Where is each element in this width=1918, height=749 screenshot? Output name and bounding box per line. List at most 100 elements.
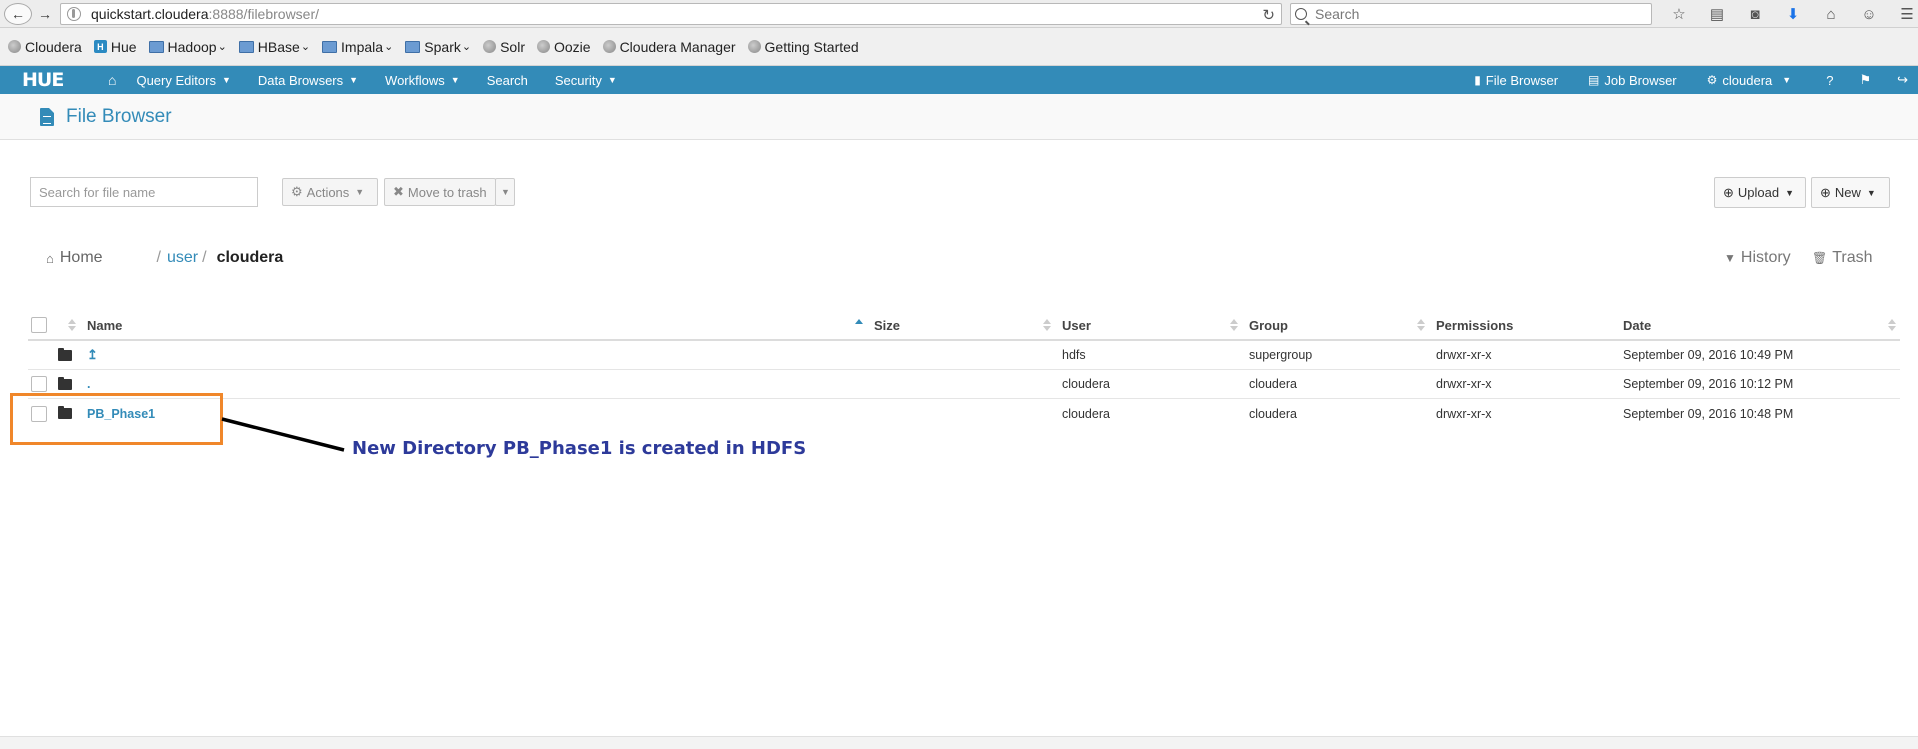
file-search-input[interactable] — [30, 177, 258, 207]
reload-icon[interactable]: ↻ — [1262, 6, 1275, 24]
header-group[interactable]: Group — [1249, 311, 1288, 339]
row-group: supergroup — [1249, 348, 1313, 362]
table-row[interactable]: ↥ hdfs supergroup drwxr-xr-x September 0… — [28, 341, 1900, 370]
list-icon: ▤ — [1588, 73, 1600, 87]
row-permissions: drwxr-xr-x — [1436, 406, 1492, 421]
back-button[interactable]: ← — [4, 3, 32, 25]
hue-navbar: HUE ⌂ Query Editors ▼ Data Browsers ▼ Work… — [0, 66, 1918, 94]
sign-out-icon[interactable]: ↪ — [1897, 72, 1908, 88]
bookmark-hue[interactable]: H Hue — [93, 39, 137, 55]
chevron-down-icon: ▼ — [349, 75, 359, 85]
chevron-down-icon: ▼ — [607, 75, 617, 85]
cogs-icon: ⚙ — [1706, 73, 1718, 87]
sort-icon[interactable] — [1043, 317, 1051, 333]
bookmarks-bar: Cloudera H Hue Hadoop ⌄ HBase ⌄ Impala ⌄ Spa… — [0, 28, 1918, 66]
row-permissions: drwxr-xr-x — [1436, 348, 1492, 362]
breadcrumb-home[interactable]: ⌂ Home — [46, 249, 103, 267]
move-to-trash-button[interactable]: ✖ Move to trash — [384, 178, 496, 206]
table-row[interactable]: . cloudera cloudera drwxr-xr-x September… — [28, 370, 1900, 399]
menu-security[interactable]: Security ▼ — [555, 73, 617, 88]
chevron-down-icon: ⌄ — [384, 41, 394, 53]
header-name[interactable]: Name — [87, 311, 122, 339]
hue-logo[interactable]: HUE — [22, 69, 82, 91]
breadcrumb-user[interactable]: user — [167, 249, 198, 267]
sort-asc-icon[interactable] — [855, 317, 863, 333]
address-bar[interactable]: quickstart.cloudera:8888/filebrowser/ ↻ — [60, 3, 1282, 25]
parent-directory-link[interactable]: ↥ — [87, 341, 98, 369]
nav-file-browser[interactable]: ▮ File Browser — [1474, 73, 1558, 88]
chat-icon[interactable]: ☺ — [1850, 3, 1888, 25]
hue-icon: H — [93, 40, 107, 53]
forward-button[interactable]: → — [34, 3, 56, 25]
sort-icon[interactable] — [1230, 317, 1238, 333]
bookmark-hadoop[interactable]: Hadoop ⌄ — [148, 39, 227, 55]
pocket-icon[interactable]: ◙ — [1736, 3, 1774, 25]
move-to-trash-dropdown[interactable]: ▼ — [495, 178, 515, 206]
menu-data-browsers[interactable]: Data Browsers ▼ — [258, 73, 358, 88]
bookmark-cloudera[interactable]: Cloudera — [8, 39, 82, 55]
reading-list-icon[interactable]: ▤ — [1698, 3, 1736, 25]
bookmark-getting-started[interactable]: Getting Started — [747, 39, 859, 55]
menu-icon[interactable]: ☰ — [1888, 3, 1918, 25]
nav-job-browser[interactable]: ▤ Job Browser — [1588, 73, 1677, 88]
home-icon[interactable]: ⌂ — [1812, 3, 1850, 25]
actions-button[interactable]: ⚙ Actions ▼ — [282, 178, 378, 206]
history-button[interactable]: ▼ History — [1724, 246, 1791, 270]
bookmark-hbase[interactable]: HBase ⌄ — [238, 39, 311, 55]
annotation-arrow — [221, 417, 345, 452]
browser-toolbar-icons: ☆ ▤ ◙ ⬇ ⌂ ☺ ☰ — [1660, 3, 1918, 25]
trash-button[interactable]: 🗑 Trash — [1812, 246, 1873, 270]
checkbox-box — [31, 317, 47, 333]
home-icon: ⌂ — [46, 250, 54, 266]
chevron-down-icon: ⌄ — [300, 41, 311, 53]
header-size[interactable]: Size — [874, 311, 900, 339]
menu-workflows[interactable]: Workflows ▼ — [385, 73, 460, 88]
upload-button[interactable]: ⊕ Upload ▼ — [1714, 177, 1806, 208]
bookmark-solr[interactable]: Solr — [483, 39, 525, 55]
sort-icon[interactable] — [68, 317, 76, 333]
flag-icon[interactable]: ⚑ — [1859, 72, 1871, 88]
browser-search-box[interactable]: Search — [1290, 3, 1652, 25]
globe-icon — [483, 40, 497, 53]
chevron-down-icon: ▼ — [1782, 75, 1792, 85]
plus-icon: ⊕ — [1820, 184, 1831, 200]
search-icon — [1295, 8, 1307, 20]
breadcrumb-current[interactable]: cloudera — [217, 249, 284, 267]
menu-search[interactable]: Search — [487, 73, 528, 88]
header-date[interactable]: Date — [1623, 311, 1651, 339]
chevron-down-icon: ⌄ — [461, 41, 472, 53]
page-header: File Browser — [0, 94, 1918, 140]
row-date: September 09, 2016 10:12 PM — [1623, 377, 1794, 391]
menu-query-editors[interactable]: Query Editors ▼ — [136, 73, 230, 88]
sort-icon[interactable] — [1417, 317, 1425, 333]
annotation-highlight-box — [10, 393, 223, 445]
browser-search-placeholder: Search — [1315, 6, 1360, 22]
file-icon: ▮ — [1474, 73, 1481, 87]
folder-icon — [58, 341, 72, 369]
site-info-icon[interactable] — [67, 7, 81, 21]
breadcrumb-separator: / — [202, 249, 207, 266]
star-icon[interactable]: ☆ — [1660, 3, 1698, 25]
header-permissions[interactable]: Permissions — [1436, 311, 1513, 339]
hue-navbar-right: ▮ File Browser ▤ Job Browser ⚙ cloudera ▼ ? … — [1474, 66, 1918, 94]
sort-icon[interactable] — [1888, 317, 1896, 333]
select-all-checkbox[interactable] — [31, 311, 47, 339]
folder-icon — [148, 40, 164, 53]
chevron-down-icon: ▼ — [450, 75, 460, 85]
browser-toolbar: ← → quickstart.cloudera:8888/filebrowser… — [0, 0, 1918, 28]
home-icon[interactable]: ⌂ — [108, 72, 116, 88]
bookmark-impala[interactable]: Impala ⌄ — [322, 39, 393, 55]
nav-user-menu[interactable]: ⚙ cloudera ▼ — [1707, 73, 1797, 88]
new-button[interactable]: ⊕ New ▼ — [1811, 177, 1890, 208]
header-user[interactable]: User — [1062, 311, 1091, 339]
folder-icon — [322, 40, 338, 53]
bookmark-spark[interactable]: Spark ⌄ — [405, 39, 471, 55]
bookmark-oozie[interactable]: Oozie — [536, 39, 591, 55]
help-icon[interactable]: ? — [1826, 73, 1833, 88]
row-user: cloudera — [1062, 406, 1110, 421]
bookmark-cloudera-manager[interactable]: Cloudera Manager — [602, 39, 736, 55]
gear-icon: ⚙ — [291, 184, 303, 199]
download-icon[interactable]: ⬇ — [1774, 3, 1812, 25]
breadcrumb-separator: / — [156, 249, 161, 266]
row-permissions: drwxr-xr-x — [1436, 377, 1492, 391]
